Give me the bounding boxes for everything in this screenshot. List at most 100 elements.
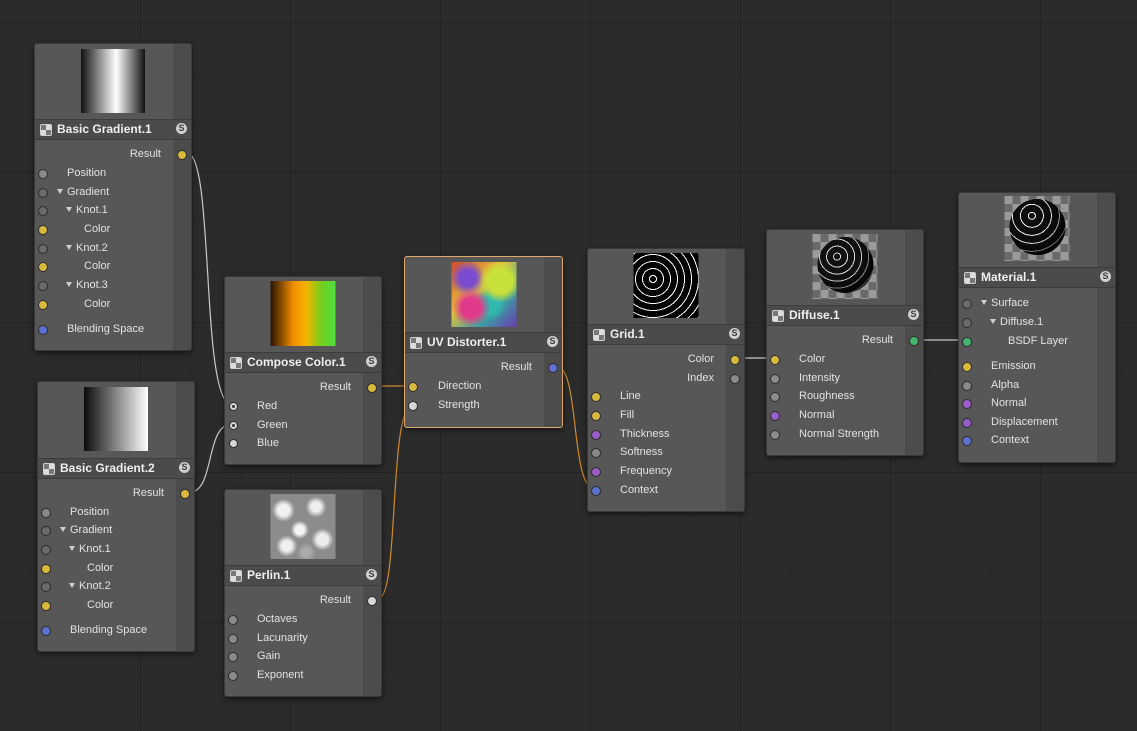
input-port[interactable] — [38, 225, 48, 235]
input-port[interactable] — [962, 399, 972, 409]
input-port[interactable] — [408, 382, 418, 392]
input-port[interactable] — [591, 448, 601, 458]
node-perlin[interactable]: Perlin.1 S Result Octaves Lacunarity Gai… — [224, 489, 382, 697]
input-port[interactable] — [228, 671, 238, 681]
node-type-icon — [43, 463, 55, 475]
input-port[interactable] — [41, 626, 51, 636]
expand-triangle-icon[interactable] — [66, 207, 72, 212]
input-port[interactable] — [962, 337, 972, 347]
input-port[interactable] — [228, 615, 238, 625]
node-title: Basic Gradient.2 — [60, 461, 155, 475]
input-port[interactable] — [38, 281, 48, 291]
input-port[interactable] — [38, 325, 48, 335]
input-port[interactable] — [41, 601, 51, 611]
expand-triangle-icon[interactable] — [60, 527, 66, 532]
expand-triangle-icon[interactable] — [57, 189, 63, 194]
input-label[interactable]: Knot.1 — [69, 543, 111, 555]
expand-triangle-icon[interactable] — [66, 245, 72, 250]
input-port[interactable] — [962, 381, 972, 391]
input-port[interactable] — [962, 318, 972, 328]
output-port[interactable] — [177, 150, 187, 160]
node-title: Grid.1 — [610, 327, 645, 341]
input-label: Softness — [620, 446, 663, 458]
input-port[interactable] — [962, 362, 972, 372]
solo-icon[interactable]: S — [729, 328, 740, 339]
solo-icon[interactable]: S — [908, 309, 919, 320]
output-port[interactable] — [730, 374, 740, 384]
output-port[interactable] — [730, 355, 740, 365]
input-port[interactable] — [38, 262, 48, 272]
output-port[interactable] — [909, 336, 919, 346]
solo-icon[interactable]: S — [366, 569, 377, 580]
input-port[interactable] — [962, 418, 972, 428]
expand-triangle-icon[interactable] — [990, 319, 996, 324]
input-label[interactable]: Gradient — [57, 186, 109, 198]
input-port[interactable] — [591, 392, 601, 402]
node-compose-color[interactable]: Compose Color.1 S Result Red Green Blue — [224, 276, 382, 465]
solo-icon[interactable]: S — [1100, 271, 1111, 282]
input-label[interactable]: Knot.1 — [66, 204, 108, 216]
input-label: Color — [799, 353, 826, 365]
input-port[interactable] — [591, 486, 601, 496]
solo-icon[interactable]: S — [547, 336, 558, 347]
input-port[interactable] — [591, 467, 601, 477]
output-port[interactable] — [367, 383, 377, 393]
solo-icon[interactable]: S — [179, 462, 190, 473]
input-label[interactable]: Gradient — [60, 524, 112, 536]
expand-triangle-icon[interactable] — [981, 300, 987, 305]
node-basic-gradient-2[interactable]: Basic Gradient.2 S Result Position Gradi… — [37, 381, 195, 652]
input-port[interactable] — [41, 564, 51, 574]
expand-triangle-icon[interactable] — [69, 583, 75, 588]
solo-icon[interactable]: S — [366, 356, 377, 367]
input-port[interactable] — [38, 300, 48, 310]
gradient-preview — [81, 49, 145, 113]
input-port[interactable] — [408, 401, 418, 411]
input-port[interactable] — [770, 374, 780, 384]
input-port[interactable] — [591, 411, 601, 421]
input-label: Direction — [438, 380, 482, 392]
input-port[interactable] — [228, 652, 238, 662]
perlin-noise-preview — [270, 494, 336, 559]
input-port[interactable] — [41, 582, 51, 592]
input-label: Position — [70, 506, 110, 518]
radio-port[interactable] — [229, 439, 238, 448]
input-port[interactable] — [770, 392, 780, 402]
input-port[interactable] — [41, 508, 51, 518]
output-port[interactable] — [548, 363, 558, 373]
input-port[interactable] — [962, 436, 972, 446]
input-port[interactable] — [770, 355, 780, 365]
node-diffuse[interactable]: Diffuse.1 S Result Color Intensity Rough… — [766, 229, 924, 456]
input-port[interactable] — [41, 545, 51, 555]
input-port[interactable] — [38, 206, 48, 216]
input-port[interactable] — [38, 169, 48, 179]
input-label[interactable]: Knot.2 — [69, 580, 111, 592]
input-port[interactable] — [41, 526, 51, 536]
radio-port[interactable] — [229, 402, 238, 411]
expand-triangle-icon[interactable] — [69, 546, 75, 551]
radio-port[interactable] — [229, 421, 238, 430]
input-port[interactable] — [770, 430, 780, 440]
node-uv-distorter[interactable]: UV Distorter.1 S Result Direction Streng… — [404, 256, 563, 428]
node-material[interactable]: Material.1 S Surface Diffuse.1 BSDF Laye… — [958, 192, 1116, 463]
input-label: Position — [67, 167, 107, 179]
input-port[interactable] — [38, 244, 48, 254]
input-port[interactable] — [591, 430, 601, 440]
input-label[interactable]: Knot.2 — [66, 242, 108, 254]
input-label[interactable]: Surface — [981, 297, 1029, 309]
input-port[interactable] — [38, 188, 48, 198]
node-grid[interactable]: Grid.1 S Color Index Line Fill Thickness… — [587, 248, 745, 512]
input-label: Color — [87, 562, 114, 574]
output-port[interactable] — [180, 489, 190, 499]
input-port[interactable] — [962, 299, 972, 309]
output-port[interactable] — [367, 596, 377, 606]
expand-triangle-icon[interactable] — [66, 282, 72, 287]
solo-icon[interactable]: S — [176, 123, 187, 134]
output-label: Result — [129, 148, 161, 160]
input-port[interactable] — [770, 411, 780, 421]
input-label: Fill — [620, 409, 635, 421]
node-basic-gradient-1[interactable]: Basic Gradient.1 S Result Position Gradi… — [34, 43, 192, 351]
input-label[interactable]: Diffuse.1 — [990, 316, 1043, 328]
input-port[interactable] — [228, 634, 238, 644]
node-title: Basic Gradient.1 — [57, 122, 152, 136]
input-label[interactable]: Knot.3 — [66, 279, 108, 291]
